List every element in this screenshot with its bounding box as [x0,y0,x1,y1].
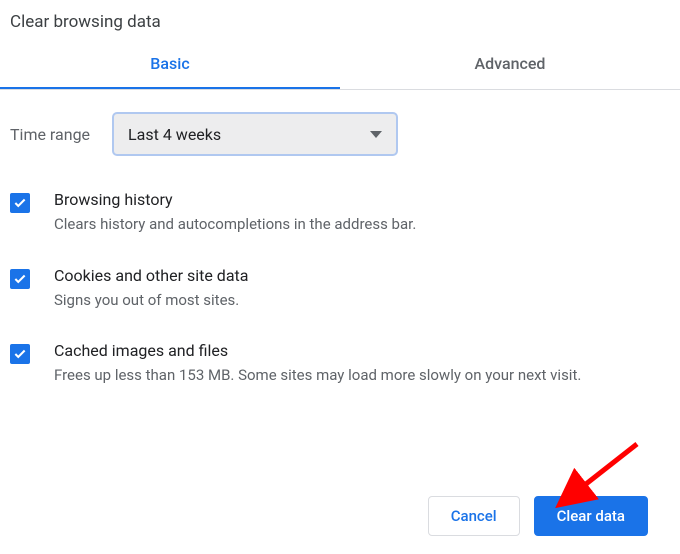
dialog-title: Clear browsing data [0,0,680,42]
option-title: Cookies and other site data [54,266,670,285]
tab-basic[interactable]: Basic [0,42,340,89]
footer-buttons: Cancel Clear data [428,496,648,536]
tab-bar: Basic Advanced [0,42,680,90]
option-text: Cookies and other site data Signs you ou… [54,266,670,312]
option-title: Browsing history [54,190,670,209]
chevron-down-icon [370,131,382,138]
checkbox-browsing-history[interactable] [10,193,30,213]
clear-data-button[interactable]: Clear data [534,496,648,536]
option-description: Frees up less than 153 MB. Some sites ma… [54,364,654,387]
option-title: Cached images and files [54,341,670,360]
option-browsing-history: Browsing history Clears history and auto… [10,190,670,266]
check-icon [13,196,27,210]
time-range-row: Time range Last 4 weeks [10,112,670,156]
check-icon [13,272,27,286]
option-text: Browsing history Clears history and auto… [54,190,670,236]
time-range-label: Time range [10,125,90,144]
option-description: Clears history and autocompletions in th… [54,213,654,236]
cancel-button[interactable]: Cancel [428,496,520,536]
check-icon [13,347,27,361]
option-cached: Cached images and files Frees up less th… [10,341,670,417]
option-text: Cached images and files Frees up less th… [54,341,670,387]
option-description: Signs you out of most sites. [54,289,654,312]
checkbox-cookies[interactable] [10,269,30,289]
option-cookies: Cookies and other site data Signs you ou… [10,266,670,342]
dialog-body: Time range Last 4 weeks Browsing history… [0,90,680,417]
checkbox-cached[interactable] [10,344,30,364]
time-range-dropdown[interactable]: Last 4 weeks [112,112,398,156]
tab-advanced[interactable]: Advanced [340,42,680,89]
time-range-value: Last 4 weeks [128,125,221,144]
